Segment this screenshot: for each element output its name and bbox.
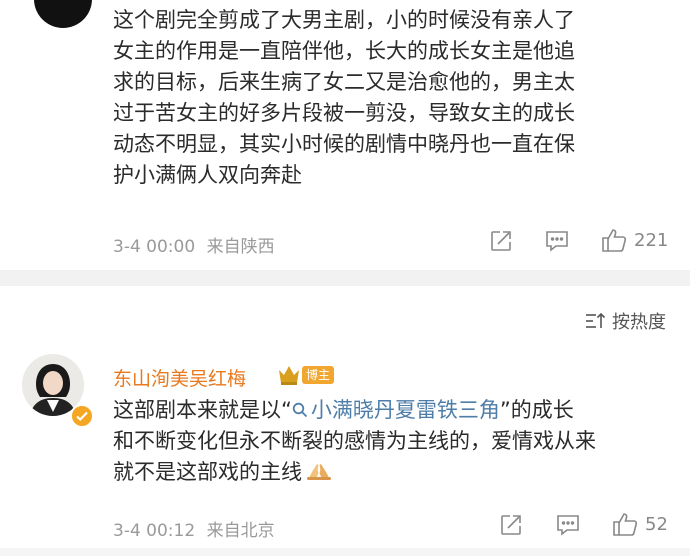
topic-text: 小满晓丹夏雷铁三角 [310,398,500,422]
like-count: 52 [645,513,668,535]
topic-link[interactable]: 小满晓丹夏雷铁三角 [292,398,500,422]
comment-meta: 3-4 00:00 来自陕西 [113,232,275,257]
comment-line: 这个剧完全剪成了大男主剧，小的时候没有亲人了 [113,8,575,32]
comment-body: 这部剧本来就是以“ 小满晓丹夏雷铁三角”的成长 和不断变化但永不断裂的感情为主线的… [113,395,596,488]
search-icon [292,402,308,418]
comment-icon [546,231,568,252]
like-icon [602,229,627,252]
comment-line: 这部剧本来就是以“ 小满晓丹夏雷铁三角”的成长 [113,395,596,426]
comment-line: 和不断变化但永不断裂的感情为主线的，爱情戏从来 [113,429,596,453]
text-segment: 就不是这部戏的主线 [113,460,302,484]
share-icon [501,515,521,535]
comment-line: 动态不明显，其实小时候的剧情中晓丹也一直在保 [113,132,575,156]
comment-body: 这个剧完全剪成了大男主剧，小的时候没有亲人了 女主的作用是一直陪伴他，长大的成长… [113,5,575,191]
comment-button[interactable] [544,229,570,253]
crown-icon [277,364,301,390]
avatar[interactable] [34,0,92,28]
comment-line: 过于苦女主的好多片段被一剪没，导致女主的成长 [113,101,575,125]
sort-icon [586,312,606,328]
bottom-divider [0,548,690,556]
comment-2: 东山洵美吴红梅 博主 这部剧本来就是以“ 小满晓丹夏雷铁三角”的成长 和不断变化但… [0,340,690,548]
like-button[interactable]: 221 [600,227,668,253]
comment-meta: 3-4 00:12 来自北京 [113,516,275,541]
comment-line: 求的目标，后来生病了女二又是治愈他的，男主太 [113,70,575,94]
sort-by-hot-button[interactable]: 按热度 [584,308,666,334]
text-segment: 这部剧本来就是以“ [113,398,292,422]
share-button[interactable] [489,229,513,253]
text-segment: ”的成长 [499,398,574,422]
like-count: 221 [634,229,669,251]
timestamp: 3-4 00:00 [113,237,196,257]
comment-line: 护小满俩人双向奔赴 [113,163,302,187]
location: 来自陕西 [206,237,275,257]
verified-badge [70,404,94,428]
timestamp: 3-4 00:12 [113,521,196,541]
pray-emoji [307,464,331,480]
comment-icon [557,515,579,536]
comment-1: 这个剧完全剪成了大男主剧，小的时候没有亲人了 女主的作用是一直陪伴他，长大的成长… [0,0,690,270]
share-button[interactable] [499,513,523,537]
comment-line: 就不是这部戏的主线 [113,457,596,488]
section-divider [0,270,690,286]
share-icon [491,231,511,251]
like-icon [613,513,638,536]
username[interactable]: 东山洵美吴红梅 [113,364,246,391]
sort-label: 按热度 [612,312,666,333]
comment-line: 女主的作用是一直陪伴他，长大的成长女主是他追 [113,39,575,63]
comment-button[interactable] [555,513,581,537]
verified-icon [76,411,88,422]
like-button[interactable]: 52 [611,511,668,537]
blogger-badge: 博主 [302,366,335,384]
location: 来自北京 [206,521,275,541]
